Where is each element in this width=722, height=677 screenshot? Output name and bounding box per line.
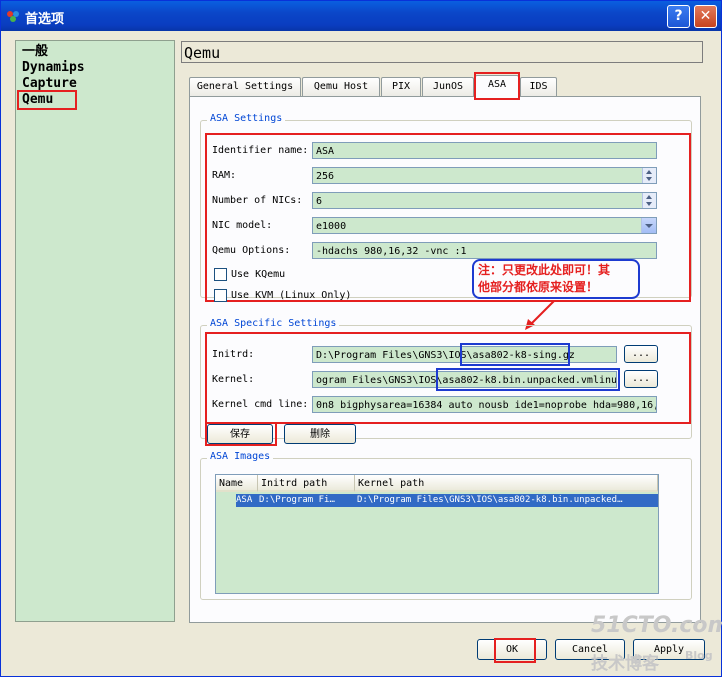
nav-item-capture[interactable]: Capture: [22, 76, 77, 91]
nic-model-label: NIC model:: [212, 220, 273, 231]
help-button[interactable]: ?: [667, 5, 690, 28]
identifier-input[interactable]: ASA: [312, 142, 657, 159]
tab-qemu-host[interactable]: Qemu Host: [302, 77, 380, 96]
cmdline-input[interactable]: 0n8 bigphysarea=16384 auto nousb ide1=no…: [312, 396, 657, 413]
initrd-filename-highlight: [460, 343, 570, 366]
asa-images-table[interactable]: Name Initrd path Kernel path ASA D:\Prog…: [215, 474, 659, 594]
table-row[interactable]: ASA D:\Program Fi… D:\Program Files\GNS3…: [236, 494, 658, 507]
annotation-callout: 注：只更改此处即可！其 他部分都依原来设置！: [472, 259, 640, 299]
watermark-blog: Blog: [685, 649, 713, 662]
nics-value: 6: [316, 196, 323, 207]
callout-line-1: 注：只更改此处即可！其: [478, 263, 611, 277]
ram-value: 256: [316, 171, 335, 182]
kernel-label: Kernel:: [212, 374, 255, 385]
category-list[interactable]: 一般 Dynamips Capture Qemu: [15, 40, 175, 622]
title-bar[interactable]: 首选项 ? ✕: [1, 1, 721, 31]
delete-button[interactable]: 删除: [284, 424, 356, 444]
kernel-browse-button[interactable]: ...: [624, 370, 658, 388]
save-highlight: [205, 422, 277, 446]
chevron-down-icon[interactable]: [641, 218, 656, 233]
ok-highlight: [494, 638, 536, 663]
asa-tab-highlight: [474, 72, 520, 100]
use-kqemu-checkbox[interactable]: [214, 268, 227, 281]
initrd-label: Initrd:: [212, 349, 255, 360]
column-header-initrd[interactable]: Initrd path: [258, 475, 355, 492]
spin-arrows-icon[interactable]: [642, 193, 656, 208]
spin-arrows-icon[interactable]: [642, 168, 656, 183]
column-header-kernel[interactable]: Kernel path: [355, 475, 658, 492]
tab-junos[interactable]: JunOS: [422, 77, 474, 96]
tab-pix[interactable]: PIX: [381, 77, 421, 96]
tab-general-settings[interactable]: General Settings: [189, 77, 301, 96]
nic-model-value: e1000: [316, 221, 347, 232]
page-title: Qemu: [181, 41, 703, 63]
watermark-subtitle: 技术博客: [591, 654, 659, 674]
window-title: 首选项: [25, 12, 65, 27]
row-initrd: D:\Program Fi…: [259, 495, 335, 505]
use-kqemu-label: Use KQemu: [231, 269, 286, 280]
ram-spinbox[interactable]: 256: [312, 167, 657, 184]
nav-item-dynamips[interactable]: Dynamips: [22, 60, 85, 75]
watermark-logo: 51CTO.com: [591, 613, 722, 638]
row-kernel: D:\Program Files\GNS3\IOS\asa802-k8.bin.…: [357, 495, 623, 505]
asa-tab-panel: ASA Settings Identifier name: ASA RAM: 2…: [189, 96, 701, 623]
nics-spinbox[interactable]: 6: [312, 192, 657, 209]
qemu-options-input[interactable]: -hdachs 980,16,32 -vnc :1: [312, 242, 657, 259]
nic-model-select[interactable]: e1000: [312, 217, 657, 234]
dialog-client: 一般 Dynamips Capture Qemu Qemu General Se…: [5, 33, 717, 673]
settings-area: Qemu General Settings Qemu Host PIX JunO…: [181, 41, 703, 623]
close-button[interactable]: ✕: [694, 5, 717, 28]
app-icon: [7, 11, 19, 22]
callout-line-2: 他部分都依原来设置！: [478, 280, 599, 294]
column-header-name[interactable]: Name: [216, 475, 258, 492]
initrd-browse-button[interactable]: ...: [624, 345, 658, 363]
tab-ids[interactable]: IDS: [520, 77, 557, 96]
asa-specific-title: ASA Specific Settings: [207, 318, 340, 329]
preferences-window: 首选项 ? ✕ 一般 Dynamips Capture Qemu Qemu Ge…: [0, 0, 722, 677]
nav-item-general[interactable]: 一般: [22, 44, 48, 59]
kernel-filename-highlight: [436, 368, 620, 391]
cmdline-label: Kernel cmd line:: [212, 399, 309, 410]
nics-label: Number of NICs:: [212, 195, 303, 206]
qemu-highlight: [17, 90, 77, 110]
asa-images-title: ASA Images: [207, 451, 274, 462]
asa-settings-title: ASA Settings: [207, 113, 286, 124]
identifier-label: Identifier name:: [212, 145, 309, 156]
ram-label: RAM:: [212, 170, 237, 181]
use-kvm-checkbox[interactable]: [214, 289, 227, 302]
row-name: ASA: [236, 495, 253, 505]
qemu-options-label: Qemu Options:: [212, 245, 291, 256]
use-kvm-label: Use KVM (Linux Only): [231, 290, 352, 301]
